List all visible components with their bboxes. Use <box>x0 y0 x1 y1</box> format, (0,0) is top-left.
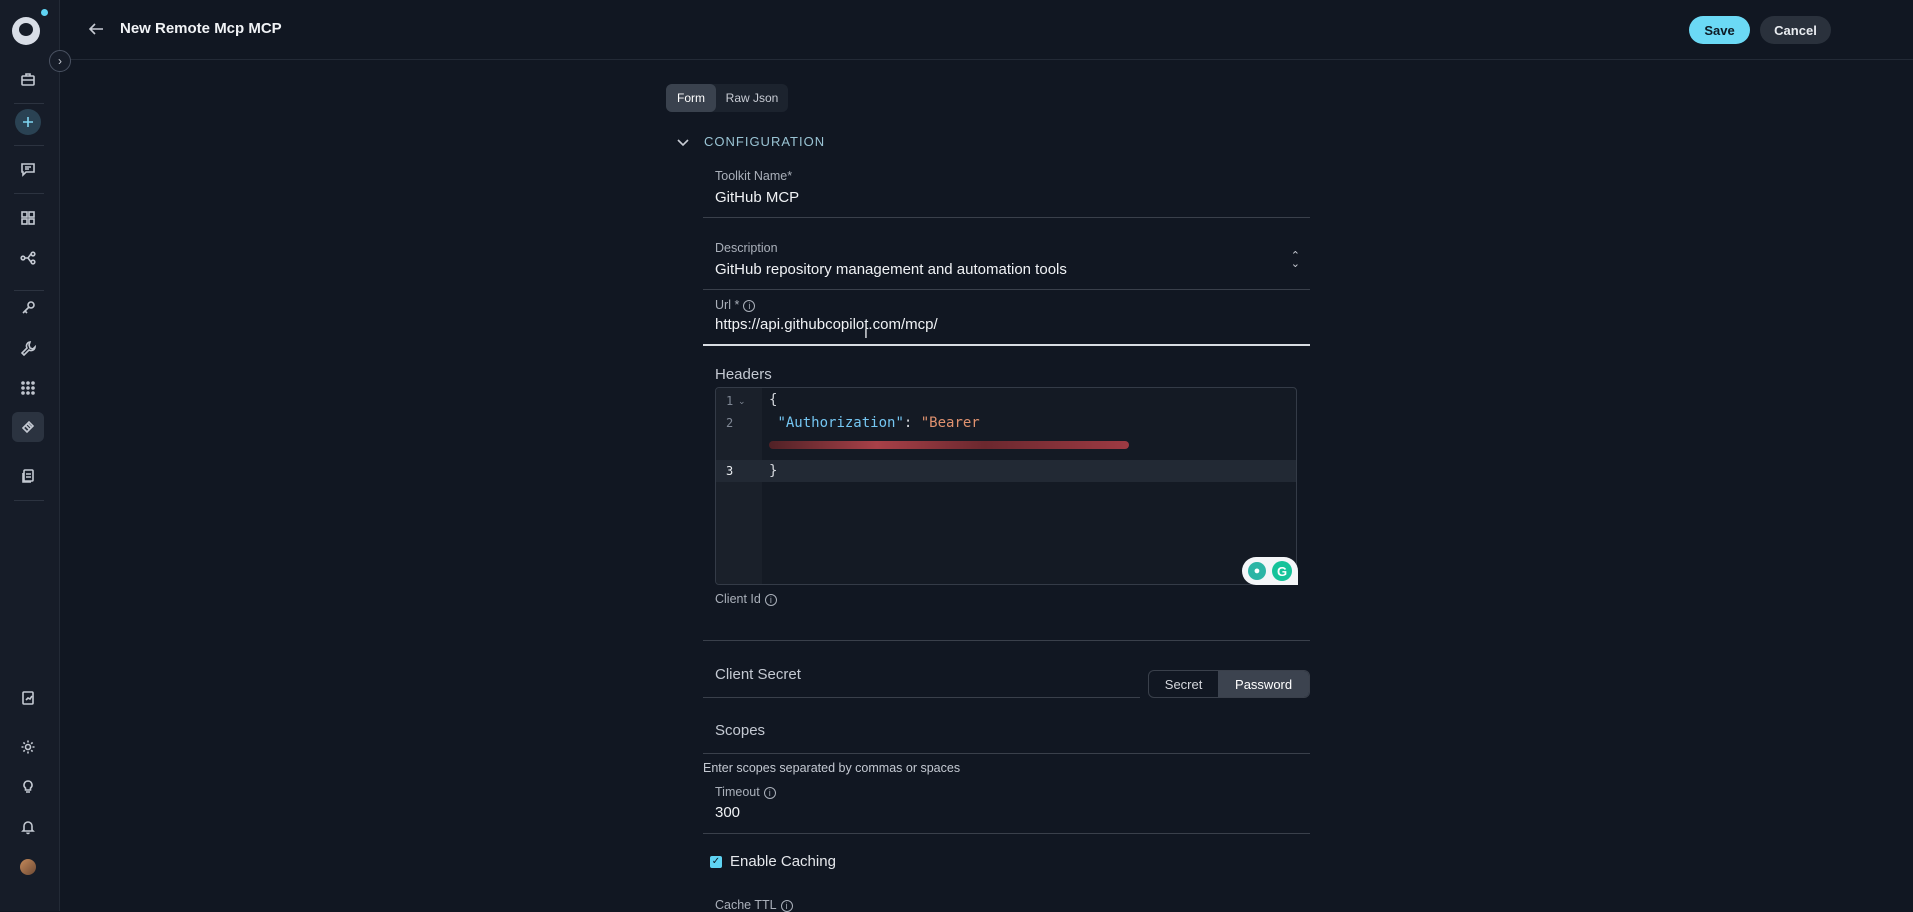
configuration-section-toggle[interactable]: CONFIGURATION <box>676 134 825 149</box>
scopes-helper-text: Enter scopes separated by commas or spac… <box>703 761 961 775</box>
grammarly-widget[interactable]: ● G <box>1242 557 1298 585</box>
client-id-label-text: Client Id <box>715 592 761 606</box>
timeout-field[interactable]: Timeout i 300 <box>703 782 1310 834</box>
settings-icon[interactable] <box>16 735 40 759</box>
active-line-highlight <box>716 460 1296 482</box>
timeout-label: Timeout i <box>715 785 776 799</box>
lightbulb-icon[interactable]: ● <box>1248 562 1266 580</box>
description-field[interactable]: Description GitHub repository management… <box>703 238 1310 290</box>
page-title: New Remote Mcp MCP <box>120 20 282 37</box>
sidebar-divider <box>14 290 44 291</box>
url-field[interactable]: Url * i https://api.githubcopilot.com/mcp… <box>703 296 1310 346</box>
lightbulb-icon[interactable] <box>16 775 40 799</box>
description-value[interactable]: GitHub repository management and automat… <box>715 261 1067 278</box>
avatar[interactable] <box>20 859 36 875</box>
view-tabs: Form Raw Json <box>666 84 788 112</box>
key-icon[interactable] <box>16 296 40 320</box>
plus-icon[interactable] <box>15 109 41 135</box>
secret-type-toggle: Secret Password <box>1148 670 1310 698</box>
cache-ttl-label-text: Cache TTL <box>715 898 777 912</box>
chevron-down-icon <box>677 138 689 146</box>
save-button[interactable]: Save <box>1689 16 1750 44</box>
flow-icon[interactable] <box>16 246 40 270</box>
json-value: "Bearer <box>920 415 980 431</box>
bell-icon[interactable] <box>16 815 40 839</box>
text-cursor-icon: I <box>864 325 868 341</box>
enable-caching-label: Enable Caching <box>730 853 836 870</box>
info-icon[interactable]: i <box>780 900 793 912</box>
code-line-1: { <box>769 392 778 408</box>
expand-sidebar-button[interactable]: › <box>49 50 71 72</box>
fold-chevron-icon[interactable]: ⌄ <box>738 396 746 407</box>
info-icon[interactable]: i <box>763 787 776 799</box>
back-arrow-icon[interactable] <box>85 18 107 40</box>
line-number: 1 <box>726 394 734 408</box>
section-title: CONFIGURATION <box>704 134 826 149</box>
client-id-label: Client Id i <box>715 592 777 606</box>
code-line-3: } <box>769 463 778 479</box>
tab-form[interactable]: Form <box>666 84 716 112</box>
enable-caching-checkbox[interactable]: ✓ <box>710 855 722 868</box>
scopes-field[interactable]: Scopes <box>703 714 1310 754</box>
status-dot <box>41 9 48 16</box>
briefcase-icon[interactable] <box>16 67 40 91</box>
description-label: Description <box>715 241 778 255</box>
info-icon[interactable]: i <box>743 300 756 312</box>
line-number: 2 <box>726 416 734 430</box>
ticket-icon[interactable] <box>12 412 44 442</box>
wrench-icon[interactable] <box>16 336 40 360</box>
header: New Remote Mcp MCP <box>61 0 1913 60</box>
enable-caching-row[interactable]: ✓ Enable Caching <box>710 853 836 870</box>
timeout-label-text: Timeout <box>715 785 760 799</box>
editor-gutter <box>716 388 762 584</box>
redacted-token <box>769 441 1129 449</box>
tab-raw-json[interactable]: Raw Json <box>716 84 788 112</box>
documents-icon[interactable] <box>16 464 40 488</box>
client-secret-label: Client Secret <box>715 666 801 683</box>
cache-ttl-label: Cache TTL i <box>715 898 793 912</box>
url-value[interactable]: https://api.githubcopilot.com/mcp/ <box>715 316 938 333</box>
timeout-value[interactable]: 300 <box>715 804 740 821</box>
scopes-label: Scopes <box>715 722 766 739</box>
cancel-button[interactable]: Cancel <box>1760 16 1831 44</box>
grammarly-icon[interactable]: G <box>1272 561 1292 581</box>
report-icon[interactable] <box>16 686 40 710</box>
logo[interactable] <box>12 17 40 45</box>
headers-code-editor[interactable]: 1 ⌄ 2 3 { "Authorization": "Bearer } <box>715 387 1297 585</box>
password-option[interactable]: Password <box>1218 671 1309 697</box>
client-id-field[interactable]: Client Id i <box>703 589 1310 641</box>
chat-icon[interactable] <box>16 157 40 181</box>
url-label-text: Url * <box>715 298 740 312</box>
chevron-right-icon: › <box>58 54 62 68</box>
sidebar-divider <box>14 145 44 146</box>
toolkit-name-value[interactable]: GitHub MCP <box>715 189 799 206</box>
grid-icon[interactable] <box>16 206 40 230</box>
json-key: "Authorization" <box>777 415 904 431</box>
toolkit-name-label: Toolkit Name* <box>715 169 793 183</box>
sidebar-divider <box>14 500 44 501</box>
sidebar <box>0 0 60 911</box>
collapse-icon[interactable]: ⌃ ⌄ <box>1291 251 1300 270</box>
code-line-2: "Authorization": "Bearer <box>769 415 980 431</box>
info-icon[interactable]: i <box>764 594 777 606</box>
apps-icon[interactable] <box>16 376 40 400</box>
headers-label: Headers <box>715 366 772 383</box>
secret-option[interactable]: Secret <box>1149 671 1218 697</box>
line-number: 3 <box>726 464 734 478</box>
sidebar-divider <box>14 193 44 194</box>
client-secret-field[interactable]: Client Secret <box>703 658 1140 698</box>
sidebar-divider <box>14 103 44 104</box>
json-separator: : <box>903 415 921 431</box>
url-label: Url * i <box>715 298 756 312</box>
toolkit-name-field[interactable]: Toolkit Name* GitHub MCP <box>703 166 1310 218</box>
